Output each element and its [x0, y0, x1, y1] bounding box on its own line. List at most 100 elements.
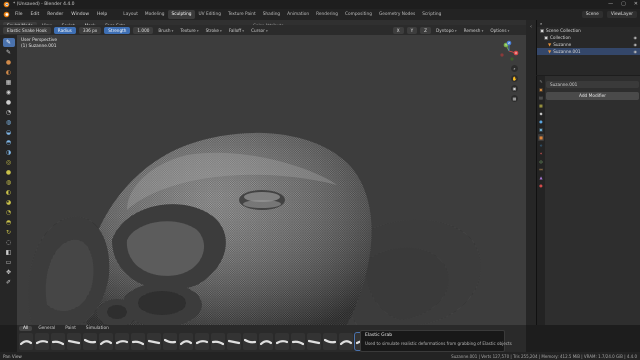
brush-thumbnail[interactable]: [195, 333, 209, 350]
world-tab[interactable]: ●: [538, 118, 544, 125]
3d-viewport[interactable]: User Perspective (1) Suzanne.001 X Y Z ⌕…: [17, 35, 526, 325]
shelf-tab-paint[interactable]: Paint: [61, 326, 80, 331]
pinch-tool-button[interactable]: ◎: [3, 158, 15, 167]
brush-thumbnail[interactable]: [115, 333, 129, 350]
mask-tool-button[interactable]: ◧: [3, 248, 15, 257]
shelf-tab-simulation[interactable]: Simulation: [82, 326, 113, 331]
brush-thumbnail[interactable]: [51, 333, 65, 350]
shelf-tab-all[interactable]: All: [19, 326, 33, 331]
grab-tool-button[interactable]: ●: [3, 168, 15, 177]
minimize-button[interactable]: —: [608, 1, 613, 7]
visibility-eye-icon[interactable]: ◉: [634, 35, 638, 40]
brush-thumbnail[interactable]: [19, 333, 33, 350]
brush-thumbnail[interactable]: [339, 333, 353, 350]
strength-field[interactable]: 1.000: [133, 26, 154, 34]
brush-thumbnail[interactable]: [131, 333, 145, 350]
tab-sculpting[interactable]: Sculpting: [168, 10, 195, 19]
axis-y-toggle[interactable]: Y: [406, 26, 418, 34]
cursor-menu[interactable]: Cursor: [249, 27, 270, 34]
tab-shading[interactable]: Shading: [260, 10, 283, 19]
particles-tab[interactable]: ✶: [538, 150, 544, 157]
elastic-grab-tool-button[interactable]: ◍: [3, 178, 15, 187]
crease-tool-button[interactable]: ◔: [3, 108, 15, 117]
snake-hook-tool-button[interactable]: ◐: [3, 188, 15, 197]
rotate-tool-button[interactable]: ↻: [3, 228, 15, 237]
menu-render[interactable]: Render: [44, 11, 66, 18]
render-tab[interactable]: ▣: [538, 86, 544, 93]
brush-thumbnail[interactable]: [163, 333, 177, 350]
outliner-collection[interactable]: ▣ Collection ◉: [537, 34, 640, 41]
axis-x-toggle[interactable]: X: [392, 26, 404, 34]
texture-menu[interactable]: Texture: [178, 27, 200, 34]
slide-relax-tool-button[interactable]: ◌: [3, 238, 15, 247]
clay-tool-button[interactable]: ●: [3, 58, 15, 67]
tab-geometry-nodes[interactable]: Geometry Nodes: [376, 10, 418, 19]
tab-rendering[interactable]: Rendering: [313, 10, 341, 19]
smooth-tool-button[interactable]: ◍: [3, 118, 15, 127]
brush-thumbnail[interactable]: [307, 333, 321, 350]
transform-tool-button[interactable]: ✥: [3, 268, 15, 277]
draw-sharp-tool-button[interactable]: ✎: [3, 48, 15, 57]
scene-selector[interactable]: Scene: [581, 11, 603, 18]
blender-menu-icon[interactable]: [3, 11, 10, 18]
outliner-item[interactable]: ▼ Suzanne ◉: [537, 41, 640, 48]
layer-tool-button[interactable]: ▦: [3, 78, 15, 87]
outliner-scene-collection[interactable]: ▣ Scene Collection: [537, 27, 640, 34]
add-modifier-button[interactable]: Add Modifier: [546, 92, 639, 100]
flatten-tool-button[interactable]: ◒: [3, 128, 15, 137]
annotate-tool-button[interactable]: ✐: [3, 278, 15, 287]
data-tab[interactable]: ▲: [538, 174, 544, 181]
constraints-tab[interactable]: ⚯: [538, 166, 544, 173]
physics-tab[interactable]: ◎: [538, 158, 544, 165]
box-mask-tool-button[interactable]: ▭: [3, 258, 15, 267]
brush-selector[interactable]: Elastic Snake Hook: [3, 26, 51, 34]
draw-tool-button[interactable]: ✎: [2, 38, 15, 47]
axis-z-toggle[interactable]: Z: [420, 26, 432, 34]
menu-window[interactable]: Window: [68, 11, 92, 18]
menu-file[interactable]: File: [12, 11, 26, 18]
view-layer-tab[interactable]: ▦: [538, 102, 544, 109]
pose-tool-button[interactable]: ◔: [3, 208, 15, 217]
tab-layout[interactable]: Layout: [120, 10, 141, 19]
zoom-button[interactable]: ⌕: [511, 65, 518, 72]
brush-thumbnail[interactable]: [323, 333, 337, 350]
menu-edit[interactable]: Edit: [28, 11, 43, 18]
material-tab[interactable]: ●: [538, 182, 544, 189]
output-tab[interactable]: ▤: [538, 94, 544, 101]
inflate-tool-button[interactable]: ◉: [3, 88, 15, 97]
tab-uv-editing[interactable]: UV Editing: [196, 10, 224, 19]
brush-thumbnail[interactable]: [67, 333, 81, 350]
pan-button[interactable]: ✋: [511, 75, 518, 82]
tab-texture-paint[interactable]: Texture Paint: [225, 10, 259, 19]
thumb-tool-button[interactable]: ◕: [3, 198, 15, 207]
tab-scripting[interactable]: Scripting: [419, 10, 444, 19]
view-layer-selector[interactable]: ViewLayer: [606, 11, 637, 18]
navigation-gizmo-icon[interactable]: X Y Z: [498, 40, 520, 62]
brush-thumbnail[interactable]: [99, 333, 113, 350]
scrape-tool-button[interactable]: ◑: [3, 148, 15, 157]
brush-thumbnail[interactable]: [243, 333, 257, 350]
menu-help[interactable]: Help: [94, 11, 110, 18]
collection-tab[interactable]: ▣: [538, 126, 544, 133]
radius-field[interactable]: 336 px: [78, 26, 102, 34]
options-menu[interactable]: Options: [488, 27, 511, 34]
dyntopo-menu[interactable]: Dyntopo: [434, 27, 459, 34]
outliner-item-selected[interactable]: ▼ Suzanne.001 ◉: [537, 48, 640, 55]
clay-strips-tool-button[interactable]: ◐: [3, 68, 15, 77]
brush-thumbnail[interactable]: [147, 333, 161, 350]
tab-compositing[interactable]: Compositing: [342, 10, 375, 19]
tab-animation[interactable]: Animation: [284, 10, 312, 19]
falloff-menu[interactable]: Falloff: [227, 27, 246, 34]
filter-icon[interactable]: ⌕: [540, 21, 542, 26]
nudge-tool-button[interactable]: ◓: [3, 218, 15, 227]
remesh-menu[interactable]: Remesh: [462, 27, 486, 34]
brush-thumbnail[interactable]: [259, 333, 273, 350]
brush-thumbnail[interactable]: [83, 333, 97, 350]
viewport-sidebar-toggle[interactable]: ‹: [526, 20, 536, 325]
tool-tab[interactable]: ✎: [538, 78, 544, 85]
close-button[interactable]: ✕: [634, 1, 638, 7]
modifier-tab[interactable]: ✧: [538, 142, 544, 149]
brush-thumbnail[interactable]: [179, 333, 193, 350]
brush-menu[interactable]: Brush: [156, 27, 175, 34]
brush-thumbnail[interactable]: [35, 333, 49, 350]
